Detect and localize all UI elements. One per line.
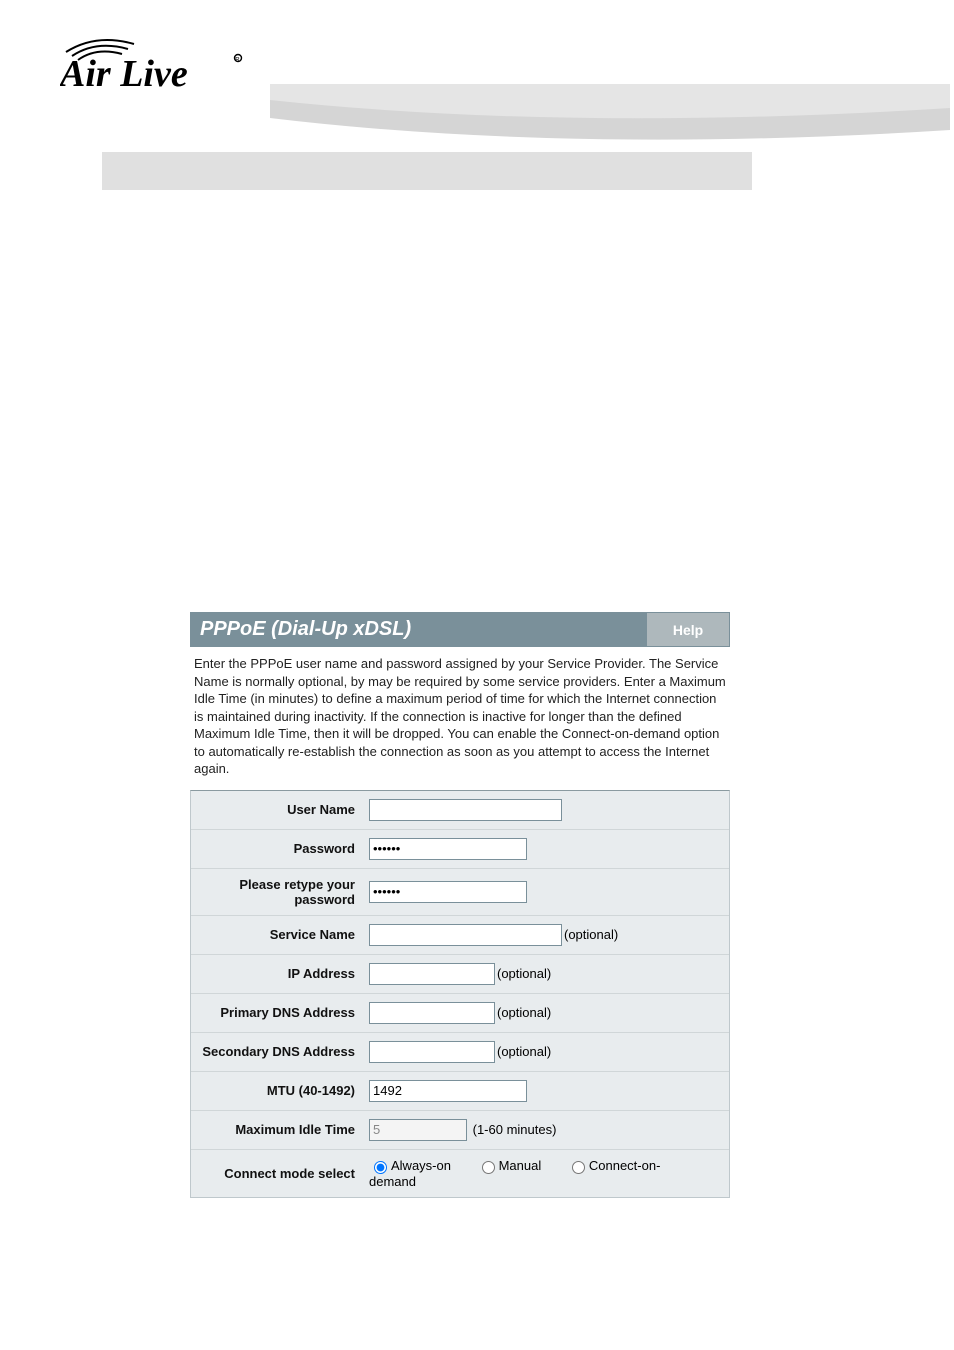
hint-idle: (1-60 minutes) bbox=[473, 1122, 557, 1137]
svg-text:R: R bbox=[235, 58, 240, 64]
idle-time-input[interactable] bbox=[369, 1119, 467, 1141]
pppoe-form: User Name Password Please retype your pa… bbox=[190, 790, 730, 1199]
radio-manual[interactable] bbox=[482, 1161, 495, 1174]
label-password: Password bbox=[191, 830, 363, 869]
label-dns1: Primary DNS Address bbox=[191, 994, 363, 1033]
help-button[interactable]: Help bbox=[646, 612, 730, 647]
radio-always-on[interactable] bbox=[374, 1161, 387, 1174]
label-mtu: MTU (40-1492) bbox=[191, 1072, 363, 1111]
panel-description: Enter the PPPoE user name and password a… bbox=[194, 655, 726, 778]
secondary-dns-input[interactable] bbox=[369, 1041, 495, 1063]
label-dns2: Secondary DNS Address bbox=[191, 1033, 363, 1072]
label-idle: Maximum Idle Time bbox=[191, 1111, 363, 1150]
svg-text:Air Live: Air Live bbox=[60, 53, 188, 95]
label-ip: IP Address bbox=[191, 955, 363, 994]
username-input[interactable] bbox=[369, 799, 562, 821]
pppoe-panel: PPPoE (Dial-Up xDSL) Help Enter the PPPo… bbox=[190, 612, 730, 1198]
mode-manual[interactable]: Manual bbox=[477, 1158, 542, 1173]
brand-logo: Air Live R bbox=[60, 30, 270, 96]
header-bar bbox=[102, 152, 752, 190]
ip-address-input[interactable] bbox=[369, 963, 495, 985]
label-mode: Connect mode select bbox=[191, 1150, 363, 1198]
label-service: Service Name bbox=[191, 916, 363, 955]
label-retype: Please retype your password bbox=[191, 869, 363, 916]
radio-connect-on-demand[interactable] bbox=[572, 1161, 585, 1174]
panel-title: PPPoE (Dial-Up xDSL) bbox=[190, 612, 646, 647]
retype-password-input[interactable] bbox=[369, 881, 527, 903]
hint-dns1: (optional) bbox=[497, 1005, 551, 1020]
mtu-input[interactable] bbox=[369, 1080, 527, 1102]
mode-always-on[interactable]: Always-on bbox=[369, 1158, 451, 1173]
hint-dns2: (optional) bbox=[497, 1044, 551, 1059]
password-input[interactable] bbox=[369, 838, 527, 860]
hint-ip: (optional) bbox=[497, 966, 551, 981]
label-username: User Name bbox=[191, 791, 363, 830]
primary-dns-input[interactable] bbox=[369, 1002, 495, 1024]
hint-service: (optional) bbox=[564, 927, 618, 942]
header-swoosh bbox=[270, 84, 950, 144]
service-name-input[interactable] bbox=[369, 924, 562, 946]
